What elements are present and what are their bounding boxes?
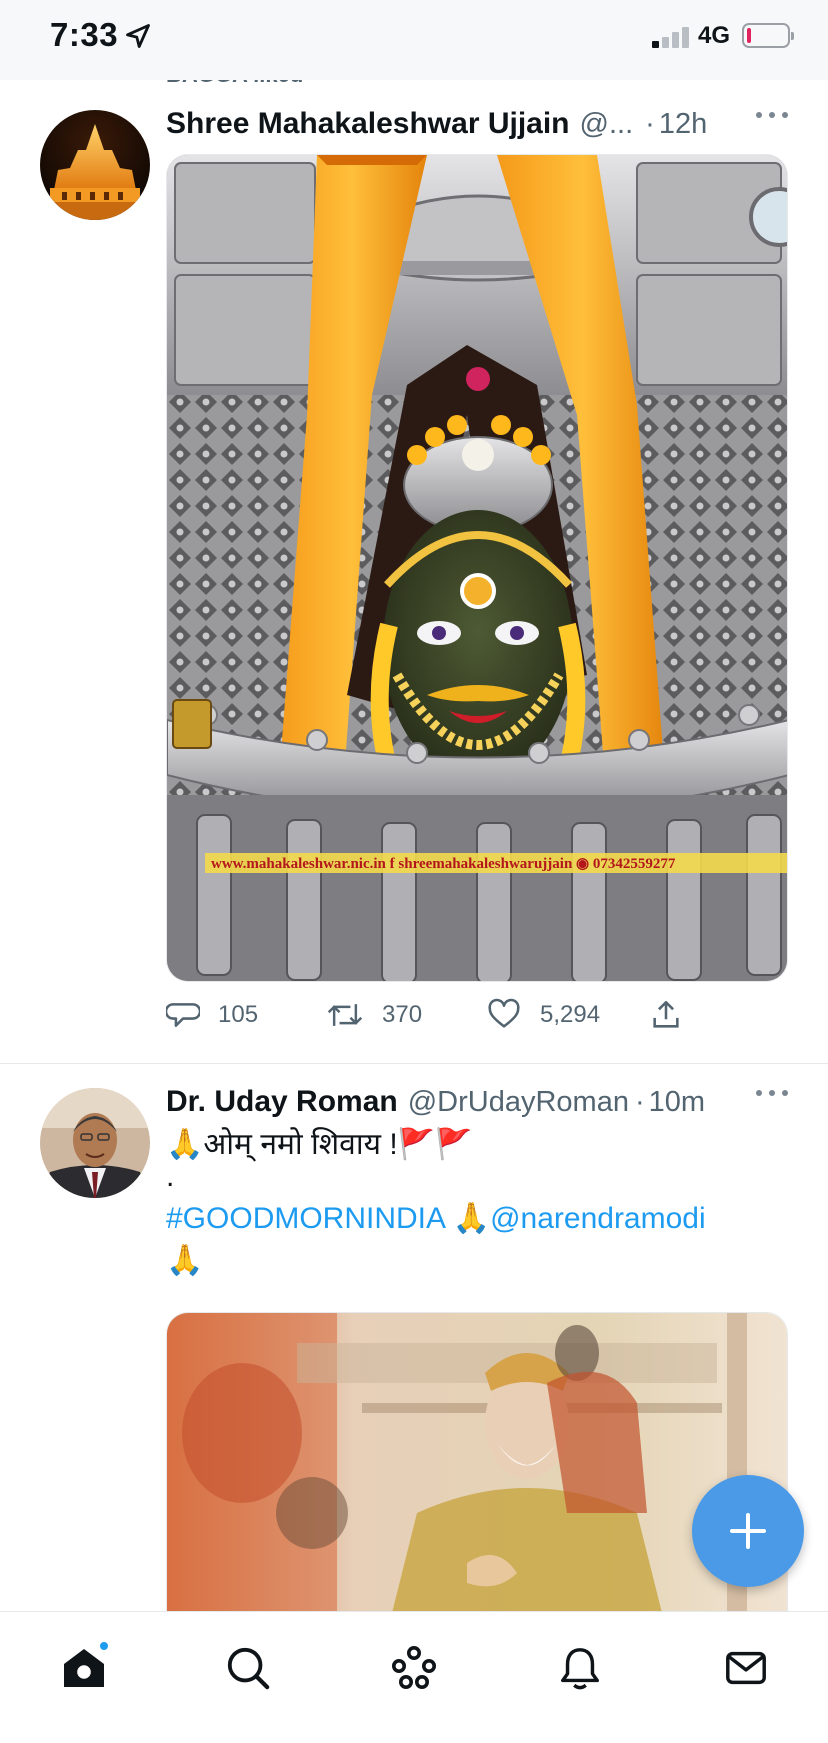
heart-icon <box>488 998 520 1028</box>
retweet-icon <box>327 1004 363 1026</box>
user-handle[interactable]: @... <box>580 108 634 141</box>
retweet-count: 370 <box>382 1001 423 1028</box>
display-name[interactable]: Shree Mahakaleshwar Ujjain <box>166 107 570 141</box>
tweet-header: Shree Mahakaleshwar Ujjain @... · 12h <box>166 104 798 144</box>
tab-home[interactable] <box>56 1640 112 1696</box>
reply-button[interactable]: 105 <box>166 995 258 1035</box>
tab-search[interactable] <box>220 1640 276 1696</box>
tab-spaces[interactable] <box>386 1640 442 1696</box>
tweet-time[interactable]: 10m <box>649 1086 705 1119</box>
tweet-text-line: . <box>166 1160 175 1193</box>
like-button[interactable]: 5,294 <box>486 995 600 1035</box>
tweet-header: Dr. Uday Roman @DrUdayRoman · 10m <box>166 1082 798 1122</box>
messages-icon <box>726 1651 766 1685</box>
reply-count: 105 <box>218 1001 259 1028</box>
battery-icon <box>742 23 794 48</box>
avatar[interactable] <box>40 110 150 220</box>
media-watermark: www.mahakaleshwar.nic.in f shreemahakale… <box>211 856 676 872</box>
separator-dot: · <box>634 1085 645 1118</box>
mention-link[interactable]: 🙏@narendramodi <box>453 1202 706 1235</box>
spaces-icon <box>392 1646 436 1689</box>
notifications-icon <box>561 1648 599 1690</box>
location-arrow-icon <box>126 24 150 48</box>
tweet-text: 🙏ओम् नमो शिवाय !🚩🚩 . #GOODMORNINDIA 🙏@na… <box>166 1124 788 1282</box>
status-bar: 7:33 4G <box>0 0 828 80</box>
separator-dot: · <box>645 107 655 140</box>
more-options-icon[interactable] <box>756 1088 788 1098</box>
avatar[interactable] <box>40 1088 150 1198</box>
compose-tweet-button[interactable] <box>692 1475 804 1587</box>
network-type: 4G <box>698 22 731 49</box>
notification-dot <box>98 1640 110 1652</box>
status-time: 7:33 <box>50 16 119 53</box>
bottom-tab-bar <box>0 1611 828 1743</box>
more-options-icon[interactable] <box>756 110 788 120</box>
tweet-text-line: 🙏 <box>166 1244 204 1277</box>
retweet-button[interactable]: 370 <box>326 995 422 1035</box>
like-count: 5,294 <box>540 1001 601 1028</box>
tweet-media-image[interactable] <box>166 1312 788 1632</box>
user-handle[interactable]: @DrUdayRoman <box>408 1086 629 1119</box>
tab-notifications[interactable] <box>552 1640 608 1696</box>
share-icon <box>653 1000 679 1028</box>
reply-icon <box>166 1003 200 1027</box>
tweet-media-image[interactable]: www.mahakaleshwar.nic.in f shreemahakale… <box>166 154 788 982</box>
tab-messages[interactable] <box>718 1640 774 1696</box>
display-name[interactable]: Dr. Uday Roman <box>166 1085 398 1119</box>
tweet-time[interactable]: 12h <box>659 108 707 141</box>
tweet-actions: 105 370 5,294 <box>166 995 726 1035</box>
tweet-text-line: 🙏ओम् नमो शिवाय !🚩🚩 <box>166 1128 473 1161</box>
plus-icon <box>730 1513 766 1549</box>
search-icon <box>227 1647 270 1690</box>
share-button[interactable] <box>648 995 702 1035</box>
cellular-signal-icon <box>652 26 692 48</box>
tweet[interactable]: Shree Mahakaleshwar Ujjain @... · 12h ww… <box>0 90 828 1060</box>
hashtag-link[interactable]: #GOODMORNINDIA <box>166 1202 444 1235</box>
